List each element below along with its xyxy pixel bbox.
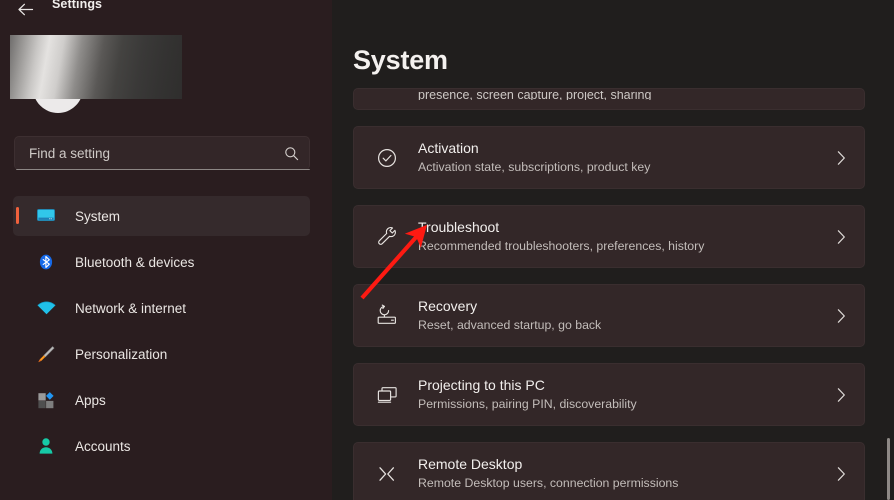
settings-row-projecting-to-this-pc[interactable]: Projecting to this PC Permissions, pairi… bbox=[353, 363, 865, 426]
apps-icon bbox=[35, 389, 57, 411]
sidebar-item-label: Accounts bbox=[75, 438, 131, 454]
settings-row-title: Activation bbox=[418, 139, 479, 156]
sidebar-item-label: Personalization bbox=[75, 346, 168, 362]
back-arrow-icon bbox=[17, 3, 33, 15]
chevron-right-icon[interactable] bbox=[837, 229, 846, 244]
recovery-icon bbox=[374, 303, 400, 329]
sidebar: Find a setting System Bluetooth & device… bbox=[0, 0, 332, 500]
sidebar-item-system[interactable]: System bbox=[13, 196, 310, 236]
paintbrush-icon bbox=[35, 343, 57, 365]
title-bar: Settings bbox=[0, 0, 894, 22]
settings-row-sub: presence, screen capture, project, shari… bbox=[418, 91, 652, 100]
scrollbar-track[interactable] bbox=[887, 88, 890, 500]
settings-row-clipped[interactable]: presence, screen capture, project, shari… bbox=[353, 88, 865, 110]
chevron-right-icon[interactable] bbox=[837, 387, 846, 402]
sidebar-item-network-internet[interactable]: Network & internet bbox=[13, 288, 310, 328]
settings-row-texts: Troubleshoot Recommended troubleshooters… bbox=[418, 218, 704, 255]
sidebar-item-bluetooth-devices[interactable]: Bluetooth & devices bbox=[13, 242, 310, 282]
monitor-icon bbox=[35, 205, 57, 227]
settings-row-title: Recovery bbox=[418, 297, 478, 314]
sidebar-nav: System Bluetooth & devices Network & int… bbox=[13, 196, 310, 472]
settings-row-sub: Reset, advanced startup, go back bbox=[418, 317, 602, 332]
settings-row-recovery[interactable]: Recovery Reset, advanced startup, go bac… bbox=[353, 284, 865, 347]
minimize-button[interactable] bbox=[756, 0, 802, 8]
settings-row-troubleshoot[interactable]: Troubleshoot Recommended troubleshooters… bbox=[353, 205, 865, 268]
profile-blur-overlay bbox=[10, 35, 182, 99]
maximize-button[interactable] bbox=[802, 0, 848, 8]
settings-row-title: Remote Desktop bbox=[418, 455, 523, 472]
settings-row-texts: Activation Activation state, subscriptio… bbox=[418, 139, 650, 176]
check-circle-icon bbox=[374, 145, 400, 171]
wrench-icon bbox=[374, 224, 400, 250]
user-profile-card[interactable] bbox=[10, 35, 182, 113]
sidebar-item-label: Network & internet bbox=[75, 300, 187, 316]
settings-window: Settings Find a setting System Bluetooth… bbox=[0, 0, 894, 500]
close-button[interactable] bbox=[848, 0, 894, 8]
sidebar-item-label: System bbox=[75, 208, 121, 224]
sidebar-item-accounts[interactable]: Accounts bbox=[13, 426, 310, 466]
search-icon bbox=[284, 146, 299, 161]
scrollbar-thumb[interactable] bbox=[887, 438, 890, 500]
back-button[interactable] bbox=[10, 0, 40, 22]
remote-desktop-icon bbox=[374, 461, 400, 487]
person-icon bbox=[35, 435, 57, 457]
settings-row-texts: Projecting to this PC Permissions, pairi… bbox=[418, 376, 637, 413]
sidebar-item-label: Apps bbox=[75, 392, 106, 408]
selection-indicator bbox=[16, 207, 19, 224]
search-container: Find a setting bbox=[14, 136, 310, 170]
chevron-right-icon[interactable] bbox=[837, 466, 846, 481]
project-screen-icon bbox=[374, 382, 400, 408]
sidebar-item-apps[interactable]: Apps bbox=[13, 380, 310, 420]
wifi-icon bbox=[35, 297, 57, 319]
chevron-right-icon[interactable] bbox=[837, 308, 846, 323]
settings-row-activation[interactable]: Activation Activation state, subscriptio… bbox=[353, 126, 865, 189]
search-underline bbox=[16, 168, 310, 170]
window-title: Settings bbox=[52, 0, 103, 11]
page-title: System bbox=[353, 45, 448, 75]
settings-row-sub: Remote Desktop users, connection permiss… bbox=[418, 475, 679, 490]
settings-row-texts: Recovery Reset, advanced startup, go bac… bbox=[418, 297, 601, 334]
chevron-right-icon[interactable] bbox=[837, 150, 846, 165]
window-controls bbox=[756, 0, 894, 8]
settings-row-title: Projecting to this PC bbox=[418, 376, 545, 393]
sidebar-item-personalization[interactable]: Personalization bbox=[13, 334, 310, 374]
search-input[interactable]: Find a setting bbox=[29, 146, 284, 161]
settings-row-sub: Activation state, subscriptions, product… bbox=[418, 159, 651, 174]
main-content: System presence, screen capture, project… bbox=[332, 0, 894, 500]
settings-row-sub: Recommended troubleshooters, preferences… bbox=[418, 238, 705, 253]
settings-row-title: Troubleshoot bbox=[418, 218, 500, 235]
settings-row-sub: Permissions, pairing PIN, discoverabilit… bbox=[418, 396, 637, 411]
search-box[interactable]: Find a setting bbox=[14, 136, 310, 170]
settings-list: presence, screen capture, project, shari… bbox=[353, 88, 871, 500]
settings-row-texts: Remote Desktop Remote Desktop users, con… bbox=[418, 455, 678, 492]
bluetooth-icon bbox=[35, 251, 57, 273]
settings-row-remote-desktop[interactable]: Remote Desktop Remote Desktop users, con… bbox=[353, 442, 865, 500]
sidebar-item-label: Bluetooth & devices bbox=[75, 254, 195, 270]
